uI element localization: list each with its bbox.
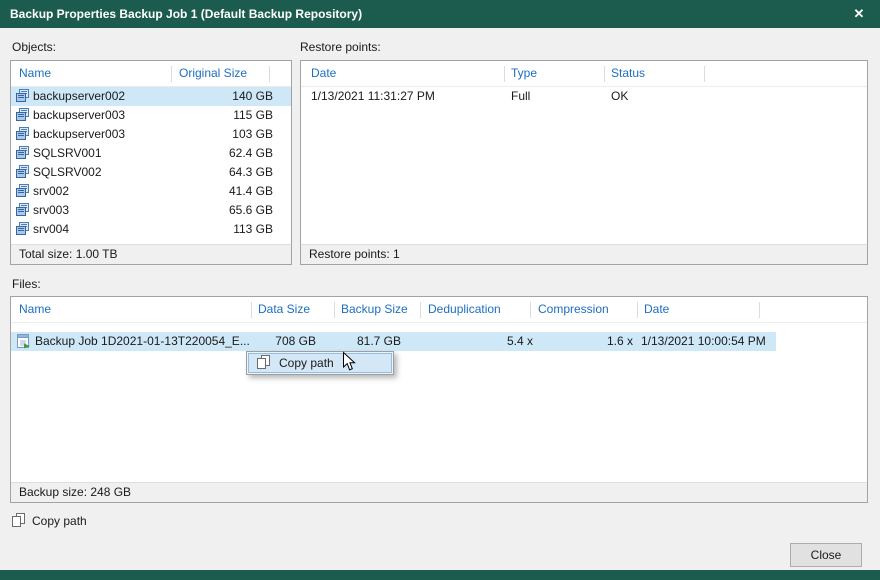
file-row[interactable]: Backup Job 1D2021-01-13T220054_E... 708 … — [11, 332, 776, 351]
restore-point-status: OK — [611, 87, 628, 106]
object-name: srv004 — [33, 222, 69, 236]
server-icon — [16, 201, 29, 220]
objects-footer: Total size: 1.00 TB — [11, 244, 291, 264]
copy-icon — [257, 355, 270, 371]
restore-points-label: Restore points: — [300, 40, 381, 54]
files-footer: Backup size: 248 GB — [11, 482, 867, 502]
copy-icon — [12, 513, 25, 529]
files-col-compression[interactable]: Compression — [538, 297, 609, 322]
files-col-data-size[interactable]: Data Size — [258, 297, 310, 322]
object-name: srv002 — [33, 184, 69, 198]
column-separator — [420, 302, 421, 318]
column-separator — [269, 66, 270, 82]
objects-col-name[interactable]: Name — [19, 61, 51, 86]
server-icon — [16, 125, 29, 144]
column-separator — [759, 302, 760, 318]
column-separator — [604, 66, 605, 82]
object-size: 113 GB — [233, 220, 273, 239]
total-size-text: Total size: 1.00 TB — [19, 247, 118, 261]
context-menu: Copy path — [246, 351, 394, 375]
object-size: 103 GB — [232, 125, 273, 144]
file-data-size: 708 GB — [241, 332, 316, 351]
copy-path-label: Copy path — [32, 514, 87, 528]
files-header: Name Data Size Backup Size Deduplication… — [11, 297, 867, 323]
copy-path-button[interactable]: Copy path — [12, 512, 87, 530]
restore-point-date: 1/13/2021 11:31:27 PM — [311, 87, 435, 106]
restore-points-header: Date Type Status — [301, 61, 867, 87]
object-row[interactable]: SQLSRV002 64.3 GB — [11, 163, 291, 182]
restore-point-type: Full — [511, 87, 530, 106]
object-name: SQLSRV001 — [33, 146, 102, 160]
object-name: backupserver003 — [33, 108, 125, 122]
backup-size-text: Backup size: 248 GB — [19, 485, 131, 499]
object-row[interactable]: srv002 41.4 GB — [11, 182, 291, 201]
files-list: Name Data Size Backup Size Deduplication… — [10, 296, 868, 503]
close-button[interactable]: Close — [790, 543, 862, 567]
object-size: 64.3 GB — [229, 163, 273, 182]
menu-item-label: Copy path — [279, 356, 334, 370]
file-compression: 1.6 x — [551, 332, 633, 351]
file-date: 1/13/2021 10:00:54 PM — [641, 332, 766, 351]
restore-points-count-text: Restore points: 1 — [309, 247, 400, 261]
objects-header: Name Original Size — [11, 61, 291, 87]
object-row[interactable]: srv003 65.6 GB — [11, 201, 291, 220]
menu-item-copy-path[interactable]: Copy path — [248, 353, 392, 373]
server-icon — [16, 144, 29, 163]
column-separator — [704, 66, 705, 82]
objects-list: Name Original Size backupserver002 140 G… — [10, 60, 292, 265]
files-col-name[interactable]: Name — [19, 297, 51, 322]
column-separator — [251, 302, 252, 318]
files-col-date[interactable]: Date — [644, 297, 669, 322]
object-size: 41.4 GB — [229, 182, 273, 201]
objects-col-original-size[interactable]: Original Size — [179, 61, 247, 86]
server-icon — [16, 220, 29, 239]
server-icon — [16, 163, 29, 182]
object-row[interactable]: srv004 113 GB — [11, 220, 291, 239]
object-row[interactable]: backupserver002 140 GB — [11, 87, 291, 106]
restore-points-list: Date Type Status 1/13/2021 11:31:27 PM F… — [300, 60, 868, 265]
files-col-deduplication[interactable]: Deduplication — [428, 297, 501, 322]
restore-col-status[interactable]: Status — [611, 61, 645, 86]
file-deduplication: 5.4 x — [451, 332, 533, 351]
column-separator — [171, 66, 172, 82]
file-name: Backup Job 1D2021-01-13T220054_E... — [35, 332, 250, 351]
object-row[interactable]: backupserver003 103 GB — [11, 125, 291, 144]
object-size: 65.6 GB — [229, 201, 273, 220]
titlebar: Backup Properties Backup Job 1 (Default … — [0, 0, 880, 28]
window-bottom-border — [0, 570, 880, 580]
object-name: backupserver003 — [33, 127, 125, 141]
mouse-cursor-icon — [342, 351, 356, 375]
close-icon[interactable]: ✕ — [838, 0, 880, 28]
object-row[interactable]: backupserver003 115 GB — [11, 106, 291, 125]
file-backup-size: 81.7 GB — [329, 332, 401, 351]
column-separator — [637, 302, 638, 318]
column-separator — [530, 302, 531, 318]
column-separator — [504, 66, 505, 82]
files-label: Files: — [12, 277, 41, 291]
column-separator — [334, 302, 335, 318]
object-name: srv003 — [33, 203, 69, 217]
object-row[interactable]: SQLSRV001 62.4 GB — [11, 144, 291, 163]
files-col-backup-size[interactable]: Backup Size — [341, 297, 408, 322]
window-title: Backup Properties Backup Job 1 (Default … — [10, 7, 362, 21]
restore-col-type[interactable]: Type — [511, 61, 537, 86]
object-size: 115 GB — [233, 106, 273, 125]
objects-label: Objects: — [12, 40, 56, 54]
server-icon — [16, 87, 29, 106]
object-name: SQLSRV002 — [33, 165, 102, 179]
restore-point-row[interactable]: 1/13/2021 11:31:27 PM Full OK — [301, 87, 867, 106]
restore-points-footer: Restore points: 1 — [301, 244, 867, 264]
server-icon — [16, 106, 29, 125]
backup-file-icon — [16, 334, 31, 353]
object-name: backupserver002 — [33, 89, 125, 103]
object-size: 62.4 GB — [229, 144, 273, 163]
object-size: 140 GB — [232, 87, 273, 106]
restore-col-date[interactable]: Date — [311, 61, 336, 86]
server-icon — [16, 182, 29, 201]
